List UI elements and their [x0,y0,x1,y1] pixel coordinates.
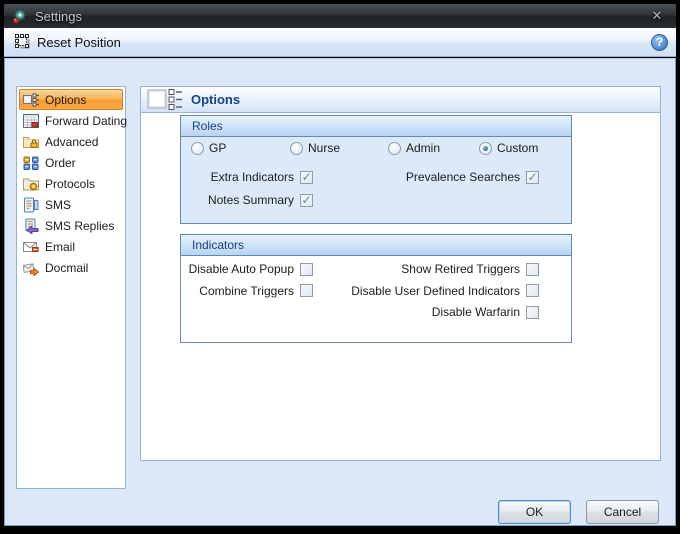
checkbox-unchecked-icon[interactable] [526,284,539,297]
email-icon [23,239,39,255]
checkbox-label: Disable Auto Popup [189,262,294,276]
checkbox-unchecked-icon[interactable] [526,306,539,319]
sms-icon [23,197,39,213]
radio-button-icon[interactable] [388,142,401,155]
checkbox-combine-triggers[interactable]: Combine Triggers [199,284,313,298]
checkbox-checked-icon[interactable]: ✓ [300,171,313,184]
toolbar: Reset Position ? [4,28,676,57]
sidebar-item-advanced[interactable]: Advanced [19,131,123,152]
checkbox-label: Prevalence Searches [406,170,520,184]
radio-label: Admin [406,141,440,155]
checkbox-notes-summary[interactable]: Notes Summary ✓ [208,193,313,207]
close-icon[interactable]: ✕ [646,8,668,24]
checkbox-extra-indicators[interactable]: Extra Indicators ✓ [211,170,313,184]
checkbox-label: Disable Warfarin [432,305,520,319]
cancel-button[interactable]: Cancel [586,500,659,524]
panel-title: Options [191,92,240,107]
options-header-icon [147,89,183,111]
checkbox-label: Combine Triggers [199,284,294,298]
checkbox-unchecked-icon[interactable] [526,263,539,276]
radio-button-icon[interactable] [290,142,303,155]
checkbox-disable-auto-popup[interactable]: Disable Auto Popup [189,262,313,276]
help-icon[interactable]: ? [651,34,668,51]
reset-position-button[interactable]: Reset Position [12,32,127,52]
indicators-group-body: Disable Auto Popup Show Retired Triggers C… [181,256,571,342]
radio-nurse[interactable]: Nurse [290,141,340,155]
checkbox-unchecked-icon[interactable] [300,284,313,297]
roles-group-header: Roles [181,116,571,137]
checkbox-disable-warfarin[interactable]: Disable Warfarin [432,305,539,319]
indicators-group-header: Indicators [181,235,571,256]
folder-gear-icon [23,176,39,192]
sidebar-item-label: Forward Dating [45,114,127,128]
options-panel: Options Roles GP Nurse Admin Custom Extra In… [140,86,661,461]
radio-label: Custom [497,141,538,155]
settings-sidebar: Options Forward Dating Advanced Order Protoc… [16,86,126,489]
sidebar-item-label: Advanced [45,135,98,149]
sidebar-item-forward-dating[interactable]: Forward Dating [19,110,123,131]
order-icon [23,155,39,171]
roles-group-body: GPNurseAdminCustomExtra Indicators✓Preva… [181,137,571,223]
checkbox-label: Disable User Defined Indicators [351,284,520,298]
sidebar-item-label: SMS Replies [45,219,114,233]
settings-gear-icon [12,8,28,24]
folder-lock-icon [23,134,39,150]
sidebar-item-label: SMS [45,198,71,212]
options-icon [23,92,39,108]
sms-reply-icon [23,218,39,234]
title-bar: Settings ✕ [4,4,676,28]
sidebar-item-protocols[interactable]: Protocols [19,173,123,194]
settings-window: Settings ✕ Reset Position ? Opt [0,0,680,534]
reset-position-icon [15,34,31,50]
checkbox-prevalence-searches[interactable]: Prevalence Searches ✓ [406,170,539,184]
sidebar-item-label: Protocols [45,177,95,191]
sidebar-item-label: Options [45,93,86,107]
radio-button-icon[interactable] [479,142,492,155]
checkbox-unchecked-icon[interactable] [300,263,313,276]
checkbox-label: Extra Indicators [211,170,294,184]
radio-gp[interactable]: GP [191,141,226,155]
sidebar-item-label: Order [45,156,76,170]
ok-button[interactable]: OK [498,500,571,524]
sidebar-item-order[interactable]: Order [19,152,123,173]
checkbox-checked-icon[interactable]: ✓ [526,171,539,184]
window-title: Settings [35,9,82,24]
dialog-content: Options Forward Dating Advanced Order Protoc… [4,58,676,526]
docmail-icon [23,260,39,276]
radio-admin[interactable]: Admin [388,141,440,155]
calendar-icon [23,113,39,129]
checkbox-label: Notes Summary [208,193,294,207]
radio-button-icon[interactable] [191,142,204,155]
radio-custom[interactable]: Custom [479,141,538,155]
sidebar-item-sms-replies[interactable]: SMS Replies [19,215,123,236]
reset-position-label: Reset Position [37,35,121,50]
sidebar-item-options[interactable]: Options [19,89,123,110]
checkbox-show-retired-triggers[interactable]: Show Retired Triggers [401,262,539,276]
checkbox-disable-user-defined-indicators[interactable]: Disable User Defined Indicators [351,284,539,298]
checkbox-label: Show Retired Triggers [401,262,520,276]
checkbox-checked-icon[interactable]: ✓ [300,194,313,207]
sidebar-item-label: Docmail [45,261,88,275]
indicators-group: Indicators Disable Auto Popup Show Retire… [180,234,572,343]
sidebar-item-docmail[interactable]: Docmail [19,257,123,278]
sidebar-item-sms[interactable]: SMS [19,194,123,215]
sidebar-item-label: Email [45,240,75,254]
sidebar-item-email[interactable]: Email [19,236,123,257]
panel-header: Options [141,87,660,113]
radio-label: Nurse [308,141,340,155]
roles-group: Roles GP Nurse Admin Custom Extra Indicators… [180,115,572,224]
radio-label: GP [209,141,226,155]
